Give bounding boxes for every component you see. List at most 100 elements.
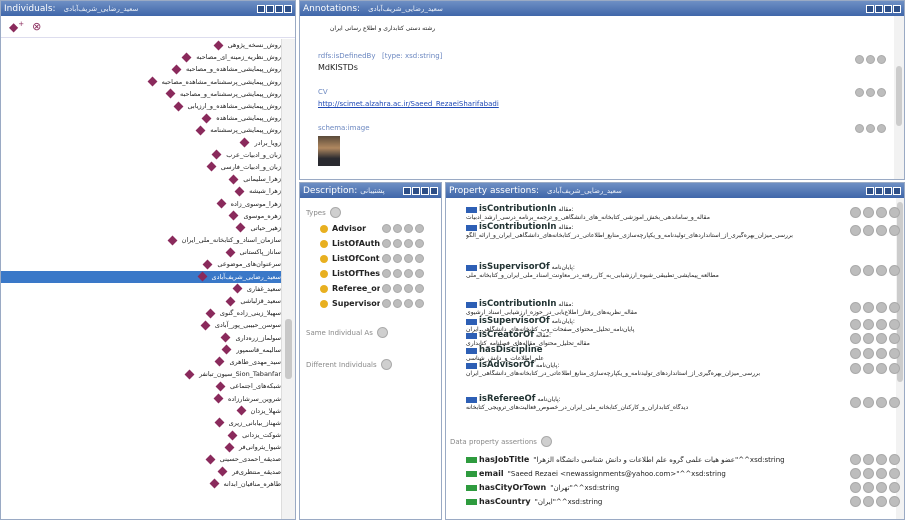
individual-item[interactable]: زهیر_حیاتی bbox=[1, 222, 281, 234]
individual-item[interactable]: سوسن_حبیبی_پور_آبادی bbox=[1, 319, 281, 331]
individual-item[interactable]: شهلا_یزدان bbox=[1, 405, 281, 417]
individual-item[interactable]: صدیقه_منتظری‌فر bbox=[1, 466, 281, 478]
annotation-label: CV bbox=[318, 88, 328, 96]
data-property-controls[interactable] bbox=[850, 496, 900, 507]
individual-item[interactable]: روش_نظریه_زمینه_ای_مصاحبه bbox=[1, 51, 281, 63]
data-property-row[interactable]: hasCountry "ایران"^^xsd:string bbox=[466, 495, 864, 508]
data-property-controls[interactable] bbox=[850, 482, 900, 493]
type-item[interactable]: Referee_or bbox=[320, 281, 437, 296]
individual-item[interactable]: سازمان_اسناد_و_کتابخانه_ملی_ایران bbox=[1, 234, 281, 246]
add-data-property-icon[interactable] bbox=[540, 436, 552, 447]
cv-link[interactable]: http://scimet.alzahra.ac.ir/Saeed_Rezaei… bbox=[318, 100, 894, 108]
annotations-scrollbar[interactable] bbox=[894, 16, 904, 179]
individuals-scrollbar[interactable] bbox=[281, 39, 295, 519]
individual-label: سرعنوان‌های_موضوعی bbox=[217, 260, 281, 269]
individual-item[interactable]: ساناز_پاکستانی bbox=[1, 246, 281, 258]
type-item[interactable]: ListOfThes bbox=[320, 266, 437, 281]
property-controls[interactable] bbox=[850, 319, 900, 330]
individual-item[interactable]: زهرا_سلیمانی bbox=[1, 173, 281, 185]
annotation-controls[interactable] bbox=[855, 124, 886, 133]
individual-item[interactable]: سرعنوان‌های_موضوعی bbox=[1, 258, 281, 270]
individual-label: زهیر_حیاتی bbox=[250, 223, 281, 232]
object-property-row[interactable]: isRefereeOf پایان‌نامه: دیدگاه_کتابداران_… bbox=[466, 395, 864, 412]
add-different-icon[interactable] bbox=[380, 359, 392, 370]
individual-item[interactable]: زهرا_موسوی_زاده bbox=[1, 197, 281, 209]
data-property-row[interactable]: hasJobTitle "عضو هیات علمی گروه علم اطلاع… bbox=[466, 453, 864, 466]
individual-item[interactable]: شروین_سرشارزاده bbox=[1, 392, 281, 404]
window-buttons[interactable] bbox=[403, 186, 438, 195]
individual-item[interactable]: سالیمه_قاسمپور bbox=[1, 344, 281, 356]
individual-item[interactable]: زبان_و_ادبیات_فارسی bbox=[1, 161, 281, 173]
individual-item[interactable]: شهناز_بیابانی_زیری bbox=[1, 417, 281, 429]
individual-item[interactable]: شوکت_یزدانی bbox=[1, 429, 281, 441]
individual-item[interactable]: شبکه‌های_اجتماعی bbox=[1, 380, 281, 392]
individual-item[interactable]: روش_پیمایشی_پرسشنامه bbox=[1, 124, 281, 136]
individual-item[interactable]: سولماز_زره‌داری bbox=[1, 332, 281, 344]
annotation-label: schema:image bbox=[318, 124, 370, 132]
annotation-cv: CV http://scimet.alzahra.ac.ir/Saeed_Rez… bbox=[318, 88, 894, 108]
property-controls[interactable] bbox=[850, 207, 900, 218]
individual-item[interactable]: روش_پیمایشی_مشاهده bbox=[1, 112, 281, 124]
individual-item[interactable]: روش_پیمایشی_مشاهده_و_مصاحبه bbox=[1, 63, 281, 75]
individual-diamond-icon bbox=[213, 393, 224, 404]
window-buttons[interactable] bbox=[866, 4, 901, 13]
individual-item[interactable]: روش_پیمایشی_مشاهده_و_ارزیابی bbox=[1, 100, 281, 112]
individual-item[interactable]: روش_پیمایشی_پرسشنامه_مشاهده_مصاحبه bbox=[1, 76, 281, 88]
object-property-row[interactable]: isContributionIn مقاله: مقاله_نظریه‌های_ر… bbox=[466, 300, 864, 317]
individual-item[interactable]: سید_مهدی_طاهری bbox=[1, 356, 281, 368]
property-controls[interactable] bbox=[850, 302, 900, 313]
property-controls[interactable] bbox=[850, 397, 900, 408]
individual-item[interactable]: Sion_Tabanfar_سیون_تبانفر bbox=[1, 368, 281, 380]
individual-diamond-icon bbox=[239, 137, 250, 148]
add-individual-icon[interactable]: ◆+ bbox=[9, 20, 24, 34]
individual-item[interactable]: شیوا_یثروانی‌فر bbox=[1, 441, 281, 453]
window-buttons[interactable] bbox=[257, 4, 292, 13]
data-property-controls[interactable] bbox=[850, 454, 900, 465]
individual-item[interactable]: سهیلا_زینی_زاده_گنوی bbox=[1, 307, 281, 319]
property-controls[interactable] bbox=[850, 348, 900, 359]
individual-label: زهرا_سلیمانی bbox=[243, 175, 281, 184]
add-type-icon[interactable] bbox=[329, 207, 341, 218]
object-property-row[interactable]: isAdvisorOf پایان‌نامه: بررسی_میزان_بهره‌… bbox=[466, 361, 864, 378]
property-controls[interactable] bbox=[850, 333, 900, 344]
individual-item[interactable]: سعید_غفاری bbox=[1, 283, 281, 295]
property-controls[interactable] bbox=[850, 265, 900, 276]
property-controls[interactable] bbox=[850, 363, 900, 374]
type-controls[interactable] bbox=[382, 254, 424, 263]
individual-label: روش_پیمایشی_پرسشنامه_مشاهده_مصاحبه bbox=[161, 77, 281, 86]
individual-diamond-icon bbox=[224, 442, 235, 453]
individual-item[interactable]: سعید_قزلباشی bbox=[1, 295, 281, 307]
data-property-row[interactable]: hasCityOrTown "تهران"^^xsd:string bbox=[466, 481, 864, 494]
object-property-row[interactable]: isSupervisorOf پایان‌نامه: مطالعه_پیمایشی… bbox=[466, 263, 864, 280]
delete-individual-icon[interactable]: ⊗ bbox=[32, 20, 41, 33]
window-buttons[interactable] bbox=[866, 186, 901, 195]
data-property-row[interactable]: email "Saeed Rezaei <newassignments@yahoo… bbox=[466, 467, 864, 480]
add-same-as-icon[interactable] bbox=[376, 327, 388, 338]
individual-item[interactable]: زهرا_شیشه bbox=[1, 185, 281, 197]
type-controls[interactable] bbox=[382, 284, 424, 293]
annotation-controls[interactable] bbox=[855, 55, 886, 64]
type-item[interactable]: ListOfAuth bbox=[320, 236, 437, 251]
individual-item[interactable]: روش_پیمایشی_پرسشنامه_و_مصاحبه bbox=[1, 88, 281, 100]
individual-item[interactable]: زویا_برادر bbox=[1, 137, 281, 149]
data-property-icon bbox=[466, 484, 477, 491]
property-controls[interactable] bbox=[850, 225, 900, 236]
type-item[interactable]: ListOfCont bbox=[320, 251, 437, 266]
type-label: Supervisor bbox=[332, 299, 380, 308]
type-item[interactable]: Advisor bbox=[320, 221, 437, 236]
individual-item[interactable]: زبان_و_ادبیات_عرب bbox=[1, 149, 281, 161]
object-property-row[interactable]: isContributionIn مقاله: مقاله_و_ساماندهی_… bbox=[466, 205, 864, 222]
type-controls[interactable] bbox=[382, 239, 424, 248]
individual-item[interactable]: زهره_موسوی bbox=[1, 210, 281, 222]
individual-item[interactable]: صدیقه_احمدی_حسینی bbox=[1, 453, 281, 465]
individual-item[interactable]: سعید_رضایی_شریف‌آبادی bbox=[1, 270, 281, 283]
type-controls[interactable] bbox=[382, 224, 424, 233]
individual-item[interactable]: طاهره_منافیان_ابدانه bbox=[1, 478, 281, 490]
data-property-controls[interactable] bbox=[850, 468, 900, 479]
individual-item[interactable]: روش_نسخه_پژوهی bbox=[1, 39, 281, 51]
type-controls[interactable] bbox=[382, 299, 424, 308]
object-property-row[interactable]: isContributionIn مقاله: بررسی_میزان_بهره‌… bbox=[466, 223, 864, 240]
annotation-controls[interactable] bbox=[855, 88, 886, 97]
type-controls[interactable] bbox=[382, 269, 424, 278]
type-item[interactable]: Supervisor bbox=[320, 296, 437, 311]
